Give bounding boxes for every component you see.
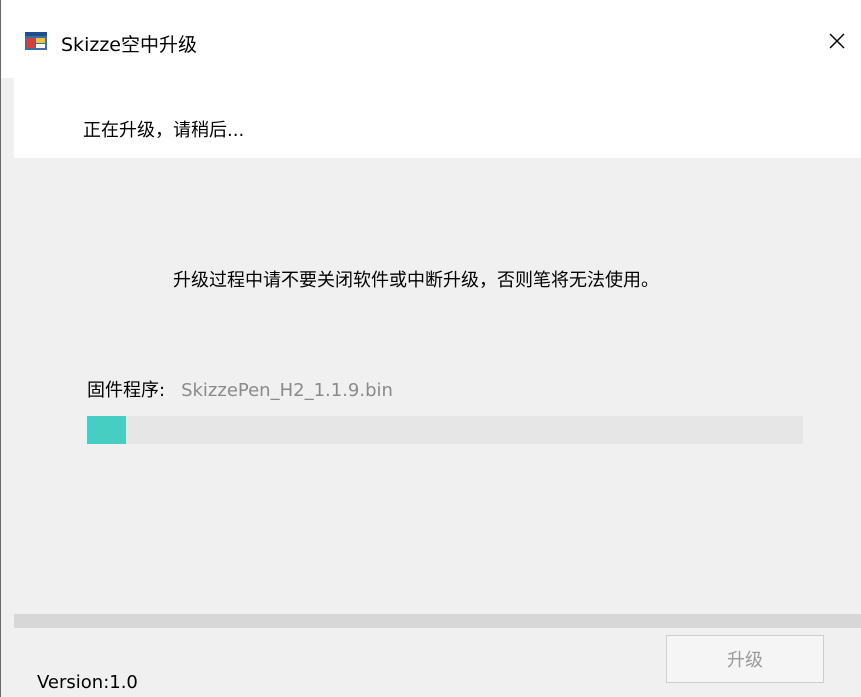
upgrade-button[interactable]: 升级 <box>666 635 824 683</box>
status-text: 正在升级，请稍后... <box>83 120 245 141</box>
progress-bar-fill <box>87 416 127 444</box>
close-icon <box>829 33 845 49</box>
progress-bar <box>87 416 803 444</box>
header-panel: 正在升级，请稍后... <box>14 78 861 158</box>
firmware-filename: SkizzePen_H2_1.1.9.bin <box>181 380 393 401</box>
window-title: Skizze空中升级 <box>61 34 197 56</box>
version-label: Version:1.0 <box>37 672 138 693</box>
warning-text: 升级过程中请不要关闭软件或中断升级，否则笔将无法使用。 <box>173 270 659 291</box>
firmware-label: 固件程序: <box>87 380 166 401</box>
firmware-row: 固件程序: SkizzePen_H2_1.1.9.bin <box>87 376 393 402</box>
upgrade-window: Skizze空中升级 正在升级，请稍后... 升级过程中请不要关闭软件或中断升级… <box>0 0 861 697</box>
close-button[interactable] <box>813 18 861 64</box>
footer-divider <box>14 614 861 628</box>
title-bar[interactable]: Skizze空中升级 <box>1 0 861 78</box>
app-window-icon <box>25 32 47 50</box>
